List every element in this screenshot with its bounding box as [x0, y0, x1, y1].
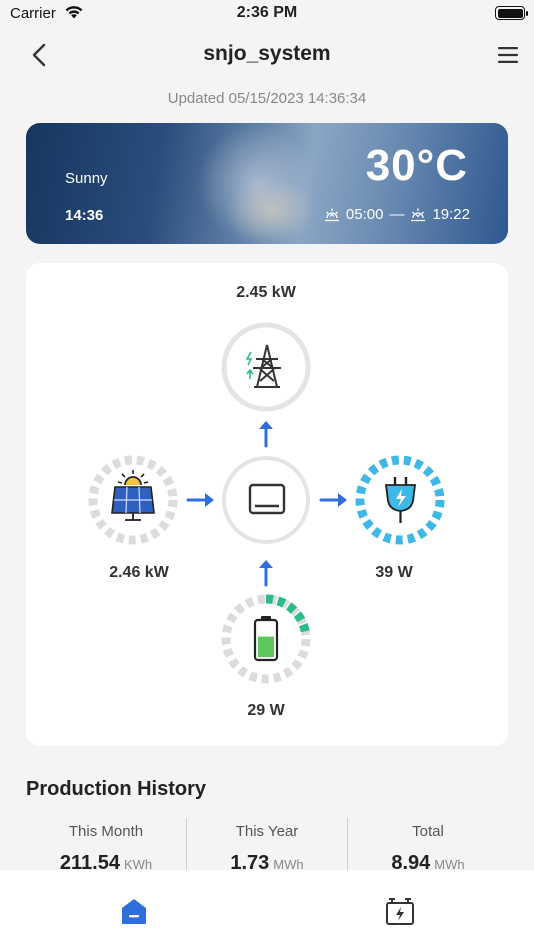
status-bar: Carrier 2:36 PM	[0, 0, 534, 30]
history-this-month[interactable]: This Month 211.54 KWh	[26, 818, 186, 878]
nav-bar: snjo_system	[0, 30, 534, 80]
updated-timestamp: Updated 05/15/2023 14:36:34	[167, 90, 367, 107]
page-title: snjo_system	[203, 42, 331, 65]
solar-node[interactable]	[88, 455, 178, 545]
production-history-title: Production History	[26, 778, 207, 800]
plug-icon	[384, 477, 417, 523]
grid-node[interactable]	[221, 322, 311, 412]
battery-node[interactable]	[221, 594, 311, 684]
history-total[interactable]: Total 8.94 MWh	[347, 818, 508, 878]
solar-power-label: 2.46 kW	[109, 564, 169, 581]
battery-device-icon[interactable]	[384, 895, 416, 927]
home-icon[interactable]	[118, 895, 150, 927]
weather-card: Sunny 14:36 30°C 05:00 — 19:22	[26, 123, 508, 244]
sunrise-icon	[324, 208, 339, 221]
sunset-icon	[411, 208, 426, 221]
tab-bar	[0, 870, 534, 950]
history-label: This Year	[235, 823, 299, 840]
grid-power-label: 2.45 kW	[236, 284, 296, 301]
solar-panel-icon	[111, 470, 155, 521]
status-time: 2:36 PM	[236, 4, 298, 21]
weather-time: 14:36	[65, 207, 104, 224]
battery-power-label: 29 W	[247, 702, 285, 719]
weather-temperature: 30°C	[365, 141, 468, 190]
weather-condition: Sunny	[65, 170, 108, 187]
hamburger-icon[interactable]	[497, 46, 519, 64]
inverter-node[interactable]	[222, 456, 310, 544]
power-tower-icon	[253, 344, 281, 388]
production-history-stats: This Month 211.54 KWh This Year 1.73 MWh T…	[26, 818, 508, 878]
history-this-year[interactable]: This Year 1.73 MWh	[186, 818, 347, 878]
grid-lightning-mark	[245, 351, 253, 366]
sunrise-time: 05:00	[345, 206, 384, 223]
sun-times: 05:00 — 19:22	[324, 206, 470, 223]
history-label: This Month	[68, 823, 144, 840]
battery-icon	[253, 616, 279, 662]
flow-arrow-to-load	[319, 493, 347, 507]
sunset-time: 19:22	[432, 206, 470, 223]
energy-flow-diagram	[88, 322, 445, 684]
energy-flow-card: 2.45 kW 2.46 kW 39 W 29 W	[26, 263, 508, 746]
history-label: Total	[412, 823, 444, 840]
sun-separator: —	[389, 206, 405, 223]
grid-up-arrow-mark	[246, 368, 254, 379]
battery-status-icon	[495, 6, 528, 20]
flow-arrow-from-battery	[259, 560, 273, 587]
flow-arrow-from-solar	[186, 493, 214, 507]
load-node[interactable]	[355, 455, 445, 545]
inverter-icon	[248, 483, 286, 515]
load-power-label: 39 W	[375, 564, 413, 581]
flow-arrow-to-grid	[259, 421, 273, 448]
chevron-left-icon[interactable]	[28, 42, 52, 68]
